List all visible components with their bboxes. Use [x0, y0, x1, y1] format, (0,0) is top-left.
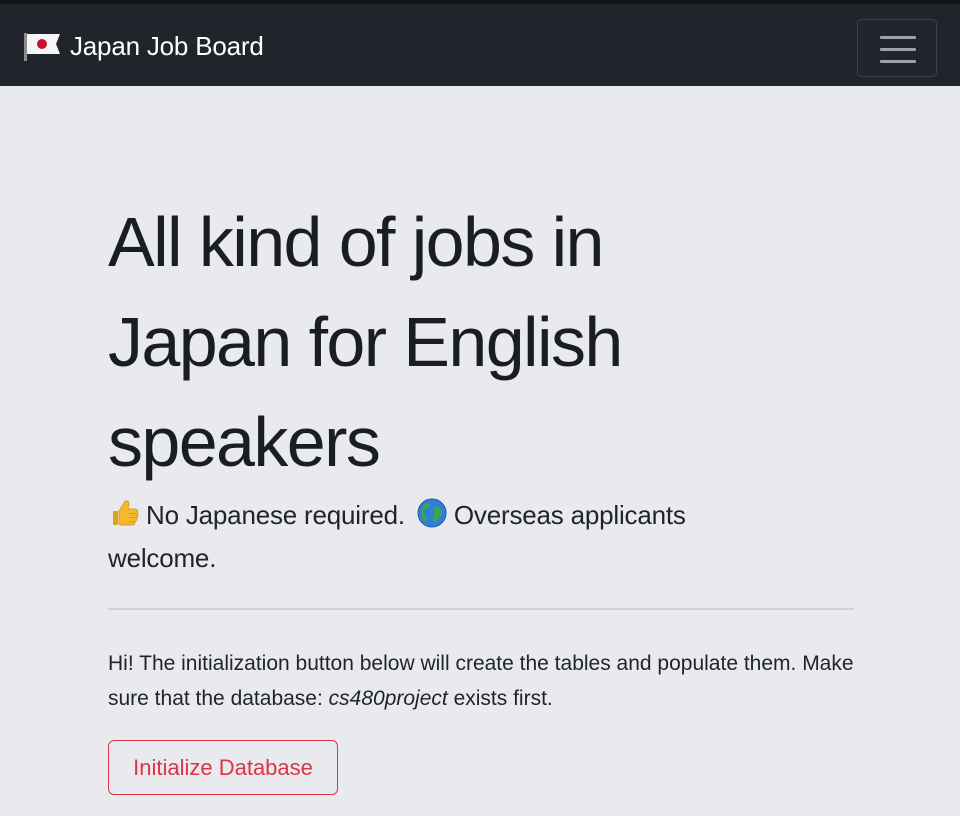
hamburger-menu-icon: [880, 36, 916, 39]
lead-part-1: No Japanese required.: [146, 500, 405, 530]
initialize-database-button[interactable]: Initialize Database: [108, 740, 338, 795]
navbar: Japan Job Board: [0, 0, 960, 86]
divider: [108, 608, 854, 610]
japan-flag-icon: [24, 33, 62, 61]
database-name: cs480project: [328, 687, 448, 710]
intro-text: Hi! The initialization button below will…: [108, 652, 854, 710]
globe-icon: [417, 498, 447, 528]
thumbs-up-icon: [113, 500, 139, 526]
hero-section: All kind of jobs in Japan for English sp…: [108, 192, 868, 580]
page-title: All kind of jobs in Japan for English sp…: [108, 203, 623, 481]
navbar-toggler-button[interactable]: [857, 19, 937, 77]
brand-title: Japan Job Board: [70, 30, 264, 61]
navbar-brand[interactable]: Japan Job Board: [24, 26, 264, 66]
hero-lead: No Japanese required. Overseas applicant…: [108, 494, 748, 580]
